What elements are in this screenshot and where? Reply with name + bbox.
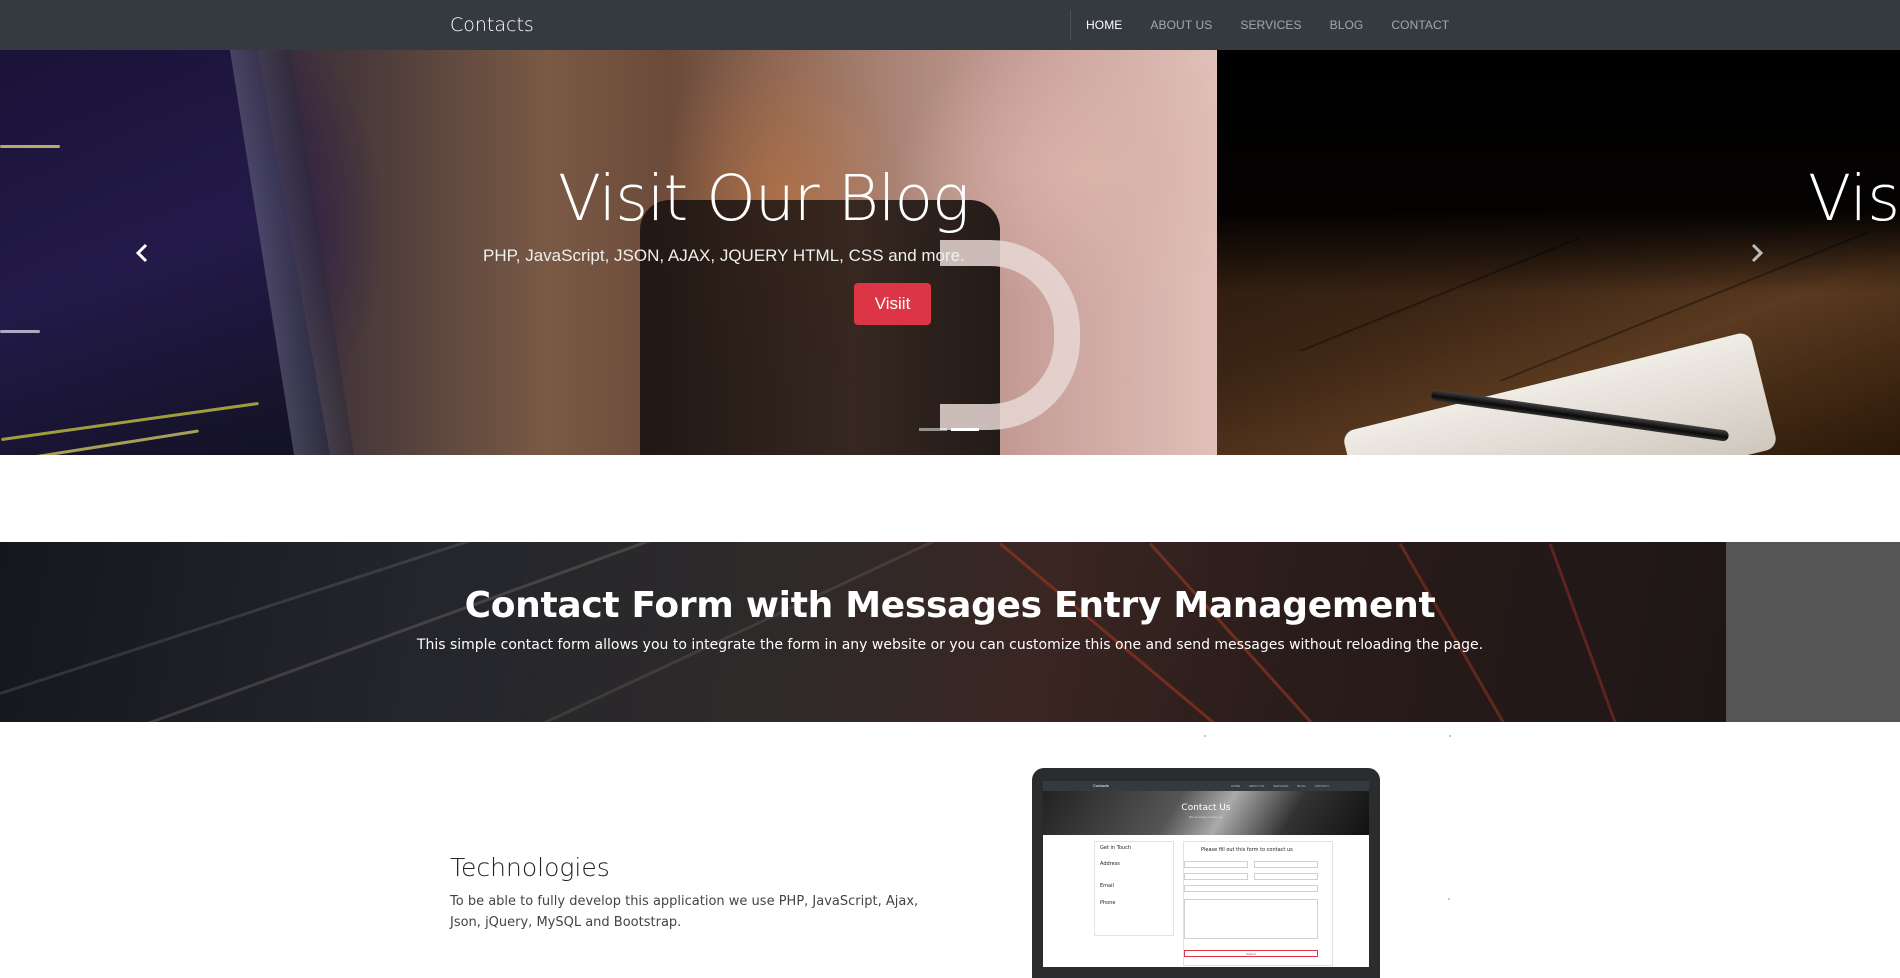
nav-link-services[interactable]: SERVICES — [1240, 18, 1301, 32]
mockup-form-heading: Please fill out this form to contact us — [1201, 847, 1293, 853]
mockup-field — [1184, 861, 1248, 868]
nav-link-home[interactable]: HOME — [1086, 18, 1122, 32]
laptop-screen-preview: Contacts HOME ABOUT US SERVICES BLOG CON… — [1043, 781, 1369, 967]
mockup-nav-links: HOME ABOUT US SERVICES BLOG CONTACT — [1222, 784, 1329, 788]
mockup-hero-subtitle: We are happy to help you — [1188, 815, 1224, 819]
carousel-title: Visit Our Blog — [558, 162, 970, 235]
mockup-hero-title: Contact Us — [1181, 803, 1231, 813]
mockup-nav-link: HOME — [1230, 784, 1240, 788]
code-line — [0, 330, 40, 333]
mockup-nav-link: ABOUT US — [1248, 784, 1265, 788]
mockup-field — [1254, 873, 1318, 880]
mockup-field — [1254, 861, 1318, 868]
banner-subtitle: This simple contact form allows you to i… — [416, 637, 1484, 653]
navbar-links: HOME ABOUT US SERVICES BLOG CONTACT — [1086, 0, 1477, 50]
nav-link-about-us[interactable]: ABOUT US — [1150, 18, 1212, 32]
mockup-phone-label: Phone — [1100, 900, 1116, 906]
light-streak — [1398, 542, 1602, 722]
light-streak — [1148, 542, 1486, 722]
light-streak — [499, 542, 1045, 722]
decorative-dot — [1448, 898, 1450, 900]
chevron-left-icon — [135, 243, 148, 263]
light-streak — [999, 542, 1384, 722]
carousel-prev-button[interactable] — [127, 238, 157, 268]
carousel-indicators — [919, 428, 983, 431]
mockup-email-label: Email — [1100, 883, 1114, 889]
carousel-indicator-1[interactable] — [919, 428, 947, 431]
decorative-dot — [1449, 735, 1451, 737]
mockup-hero — [1043, 791, 1369, 835]
banner-side-panel — [1726, 542, 1900, 722]
nav-link-contact[interactable]: CONTACT — [1391, 18, 1449, 32]
navbar-divider — [1070, 10, 1071, 40]
carousel-next-button[interactable] — [1742, 238, 1772, 268]
mockup-nav-link: BLOG — [1297, 784, 1306, 788]
code-line — [0, 145, 60, 148]
mockup-submit-label: Submit — [1246, 952, 1256, 956]
next-slide-title: Visi — [1808, 162, 1900, 235]
navbar-brand[interactable]: Contacts — [450, 14, 534, 36]
light-streak — [1548, 542, 1655, 722]
mockup-submit-button: Submit — [1184, 950, 1318, 957]
decorative-dot — [1204, 735, 1206, 737]
mockup-field — [1184, 873, 1248, 880]
technologies-heading: Technologies — [450, 853, 610, 882]
mockup-address-label: Address — [1100, 861, 1120, 867]
mockup-brand: Contacts — [1093, 783, 1109, 788]
light-streak — [119, 542, 779, 722]
mockup-navbar: Contacts HOME ABOUT US SERVICES BLOG CON… — [1043, 781, 1369, 791]
carousel-subtitle: PHP, JavaScript, JSON, AJAX, JQUERY HTML… — [483, 246, 965, 265]
visit-button[interactable]: Visiit — [854, 283, 931, 325]
top-navbar: Contacts HOME ABOUT US SERVICES BLOG CON… — [0, 0, 1900, 50]
chevron-right-icon — [1751, 243, 1764, 263]
mockup-field — [1184, 885, 1318, 892]
mockup-nav-link: CONTACT — [1314, 784, 1329, 788]
banner-title: Contact Form with Messages Entry Managem… — [464, 585, 1436, 626]
nav-link-blog[interactable]: BLOG — [1330, 18, 1364, 32]
mug-handle-image — [940, 240, 1080, 430]
mockup-textarea — [1184, 899, 1318, 939]
technologies-text: To be able to fully develop this applica… — [450, 894, 919, 930]
carousel-indicator-2[interactable] — [951, 428, 979, 431]
mockup-get-in-touch: Get in Touch — [1100, 845, 1131, 851]
mockup-nav-link: SERVICES — [1273, 784, 1289, 788]
contact-banner — [0, 542, 1726, 722]
